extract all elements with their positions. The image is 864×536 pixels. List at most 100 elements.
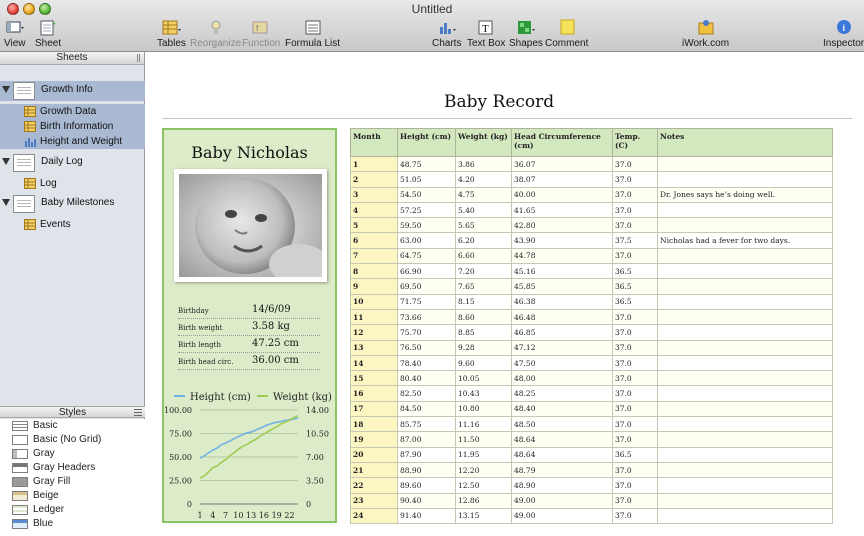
cell-head-circumference[interactable]: 48.40 — [511, 400, 613, 418]
cell-height[interactable]: 71.75 — [397, 293, 456, 310]
style-basic-no-grid[interactable]: Basic (No Grid) — [0, 433, 145, 447]
cell-temp[interactable]: 37.0 — [612, 477, 658, 494]
reorganize-button[interactable]: Reorganize — [190, 19, 241, 49]
table-item-log[interactable]: Log — [0, 176, 145, 191]
formula-list-button[interactable]: Formula List — [285, 19, 340, 49]
cell-height[interactable]: 84.50 — [397, 400, 456, 418]
column-header-weight[interactable]: Weight (kg) — [455, 128, 512, 157]
cell-notes[interactable] — [657, 278, 833, 295]
cell-notes[interactable] — [657, 400, 833, 418]
table-row[interactable]: 17 84.50 10.80 48.40 37.0 — [350, 400, 833, 418]
cell-month[interactable]: 12 — [350, 324, 398, 341]
cell-notes[interactable] — [657, 339, 833, 356]
cell-weight[interactable]: 5.65 — [455, 217, 512, 234]
cell-month[interactable]: 6 — [350, 232, 398, 249]
baby-name[interactable]: Baby Nicholas — [164, 143, 335, 162]
table-row[interactable]: 1 48.75 3.86 36.07 37.0 — [350, 155, 833, 173]
cell-temp[interactable]: 37.0 — [612, 217, 658, 234]
style-ledger[interactable]: Ledger — [0, 503, 145, 517]
style-beige[interactable]: Beige — [0, 489, 145, 503]
cell-height[interactable]: 78.40 — [397, 354, 456, 372]
table-item-growth-data[interactable]: Growth Data — [0, 104, 145, 119]
cell-temp[interactable]: 37.0 — [612, 370, 658, 387]
cell-weight[interactable]: 11.50 — [455, 431, 512, 448]
cell-month[interactable]: 15 — [350, 370, 398, 387]
cell-head-circumference[interactable]: 46.48 — [511, 308, 613, 326]
cell-notes[interactable] — [657, 446, 833, 463]
cell-height[interactable]: 82.50 — [397, 385, 456, 402]
table-row[interactable]: 19 87.00 11.50 48.64 37.0 — [350, 431, 833, 448]
cell-temp[interactable]: 37.0 — [612, 385, 658, 402]
cell-head-circumference[interactable]: 48.90 — [511, 477, 613, 494]
charts-button[interactable]: Charts — [432, 19, 461, 49]
cell-height[interactable]: 87.90 — [397, 446, 456, 463]
disclosure-triangle-icon[interactable] — [2, 158, 10, 165]
cell-head-circumference[interactable]: 49.00 — [511, 492, 613, 509]
cell-weight[interactable]: 10.43 — [455, 385, 512, 402]
cell-head-circumference[interactable]: 42.80 — [511, 217, 613, 234]
cell-head-circumference[interactable]: 44.78 — [511, 247, 613, 265]
table-row[interactable]: 14 78.40 9.60 47.50 37.0 — [350, 354, 833, 372]
cell-head-circumference[interactable]: 48.25 — [511, 385, 613, 402]
shapes-button[interactable]: Shapes — [509, 19, 543, 49]
cell-weight[interactable]: 8.85 — [455, 324, 512, 341]
cell-month[interactable]: 18 — [350, 416, 398, 433]
cell-month[interactable]: 13 — [350, 339, 398, 356]
cell-weight[interactable]: 12.20 — [455, 461, 512, 479]
cell-temp[interactable]: 37.0 — [612, 324, 658, 341]
cell-temp[interactable]: 37.5 — [612, 232, 658, 249]
cell-month[interactable]: 9 — [350, 278, 398, 295]
cell-temp[interactable]: 36.5 — [612, 293, 658, 310]
cell-weight[interactable]: 7.20 — [455, 263, 512, 280]
cell-height[interactable]: 59.50 — [397, 217, 456, 234]
table-row[interactable]: 8 66.90 7.20 45.16 36.5 — [350, 263, 833, 280]
cell-temp[interactable]: 37.0 — [612, 308, 658, 326]
column-header-month[interactable]: Month — [350, 128, 398, 157]
cell-height[interactable]: 91.40 — [397, 507, 456, 525]
cell-weight[interactable]: 10.05 — [455, 370, 512, 387]
cell-height[interactable]: 87.00 — [397, 431, 456, 448]
cell-height[interactable]: 73.66 — [397, 308, 456, 326]
table-row[interactable]: 2 51.05 4.20 38.07 37.0 — [350, 171, 833, 188]
cell-head-circumference[interactable]: 40.00 — [511, 186, 613, 203]
column-header-head-circumference[interactable]: Head Circumference (cm) — [511, 128, 613, 157]
growth-data-table[interactable]: Month Height (cm) Weight (kg) Head Circu… — [350, 128, 833, 525]
table-row[interactable]: 22 89.60 12.50 48.90 37.0 — [350, 477, 833, 494]
cell-temp[interactable]: 37.0 — [612, 201, 658, 219]
cell-month[interactable]: 20 — [350, 446, 398, 463]
cell-notes[interactable] — [657, 308, 833, 326]
cell-temp[interactable]: 37.0 — [612, 507, 658, 525]
cell-height[interactable]: 75.70 — [397, 324, 456, 341]
table-row[interactable]: 15 80.40 10.05 48.00 37.0 — [350, 370, 833, 387]
cell-height[interactable]: 54.50 — [397, 186, 456, 203]
column-header-temp[interactable]: Temp. (C) — [612, 128, 658, 157]
cell-height[interactable]: 57.25 — [397, 201, 456, 219]
cell-notes[interactable] — [657, 293, 833, 310]
cell-weight[interactable]: 6.60 — [455, 247, 512, 265]
table-row[interactable]: 24 91.40 13.15 49.00 37.0 — [350, 507, 833, 525]
cell-head-circumference[interactable]: 45.16 — [511, 263, 613, 280]
cell-temp[interactable]: 37.0 — [612, 171, 658, 188]
cell-month[interactable]: 11 — [350, 308, 398, 326]
cell-height[interactable]: 48.75 — [397, 155, 456, 173]
view-button[interactable]: View — [4, 19, 26, 49]
table-item-birth-information[interactable]: Birth Information — [0, 119, 145, 134]
cell-month[interactable]: 16 — [350, 385, 398, 402]
cell-notes[interactable] — [657, 324, 833, 341]
cell-head-circumference[interactable]: 38.07 — [511, 171, 613, 188]
table-row[interactable]: 9 69.50 7.65 45.85 36.5 — [350, 278, 833, 295]
cell-weight[interactable]: 6.20 — [455, 232, 512, 249]
document-title[interactable]: Baby Record — [444, 92, 554, 112]
cell-temp[interactable]: 37.0 — [612, 339, 658, 356]
column-header-height[interactable]: Height (cm) — [397, 128, 456, 157]
text-box-button[interactable]: T Text Box — [467, 19, 505, 49]
style-gray[interactable]: Gray — [0, 447, 145, 461]
cell-weight[interactable]: 11.16 — [455, 416, 512, 433]
cell-height[interactable]: 85.75 — [397, 416, 456, 433]
cell-month[interactable]: 14 — [350, 354, 398, 372]
cell-notes[interactable] — [657, 171, 833, 188]
table-row[interactable]: 18 85.75 11.16 48.50 37.0 — [350, 416, 833, 433]
cell-temp[interactable]: 37.0 — [612, 492, 658, 509]
cell-month[interactable]: 10 — [350, 293, 398, 310]
cell-notes[interactable] — [657, 431, 833, 448]
